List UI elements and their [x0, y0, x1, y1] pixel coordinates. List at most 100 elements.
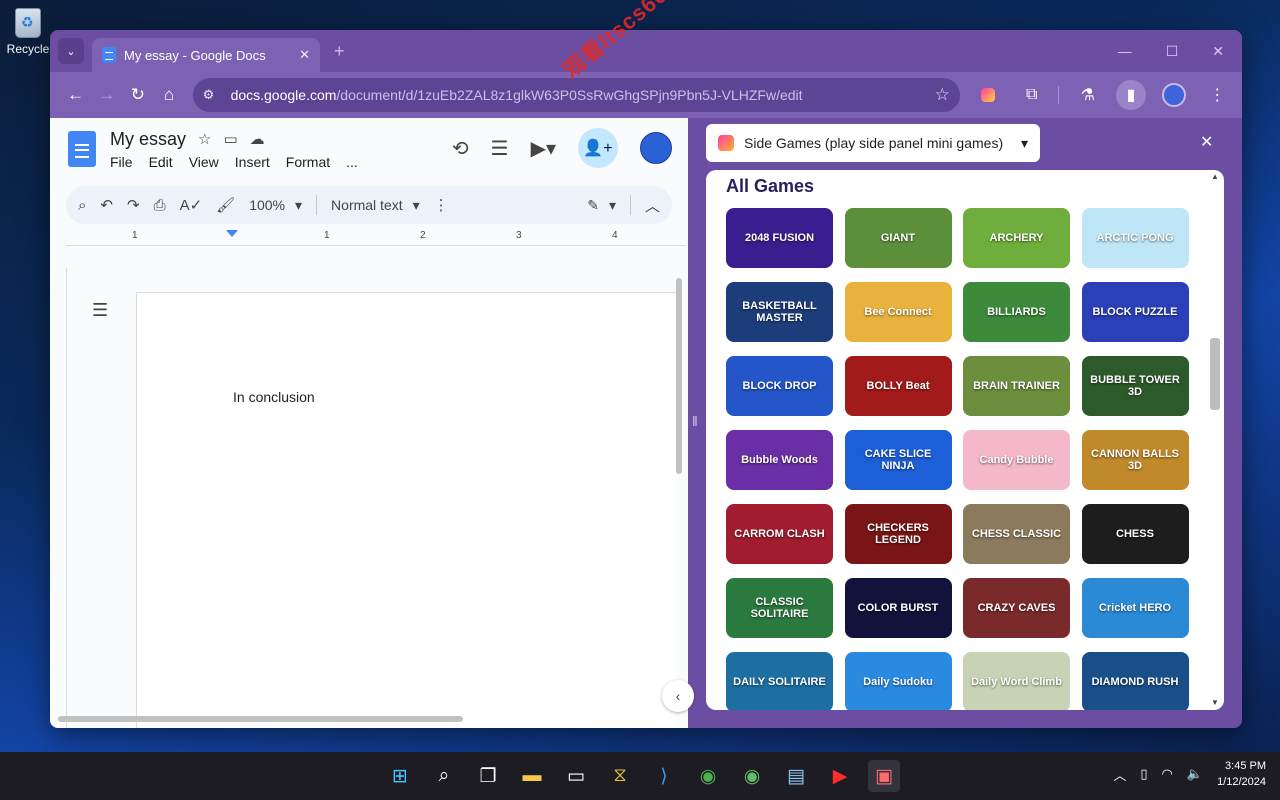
menu-more[interactable]: ... — [346, 154, 358, 170]
side-games-extension-icon[interactable] — [974, 80, 1003, 110]
game-card[interactable]: BASKETBALL MASTER — [726, 282, 833, 342]
site-info-icon[interactable]: ⚙ — [203, 87, 221, 103]
game-card[interactable]: CAKE SLICE NINJA — [844, 430, 952, 490]
game-card[interactable]: CRAZY CAVES — [963, 578, 1070, 638]
reload-button[interactable]: ↻ — [122, 79, 153, 111]
maximize-button[interactable]: ☐ — [1166, 43, 1179, 60]
document-outline-icon[interactable]: ☰ — [92, 300, 108, 321]
recycle-bin[interactable]: Recycle — [4, 8, 52, 56]
minimize-button[interactable]: — — [1118, 43, 1132, 60]
indent-marker[interactable] — [226, 230, 238, 237]
game-card[interactable]: CANNON BALLS 3D — [1081, 430, 1189, 490]
game-card[interactable]: ARCTIC PONG — [1081, 208, 1189, 268]
document-title[interactable]: My essay — [110, 129, 186, 150]
style-select[interactable]: Normal text ▾ — [331, 197, 420, 214]
game-card[interactable]: Cricket HERO — [1081, 578, 1189, 638]
menu-file[interactable]: File — [110, 154, 133, 170]
game-card[interactable]: Bubble Woods — [726, 430, 833, 490]
menu-edit[interactable]: Edit — [149, 154, 173, 170]
terminal-icon[interactable]: ▭ — [560, 760, 592, 792]
more-toolbar-icon[interactable]: ⋮ — [434, 196, 449, 214]
menu-view[interactable]: View — [189, 154, 219, 170]
wifi-icon[interactable]: ◠ — [1162, 766, 1173, 782]
file-explorer-icon[interactable]: ▬ — [516, 760, 548, 792]
game-card[interactable]: Candy Bubble — [963, 430, 1070, 490]
new-tab-button[interactable]: + — [334, 41, 345, 62]
user-avatar[interactable] — [640, 132, 672, 164]
docs-horizontal-scrollbar[interactable] — [58, 716, 463, 722]
labs-flask-icon[interactable]: ⚗ — [1073, 80, 1102, 110]
chrome-beta-icon[interactable]: ◉ — [736, 760, 768, 792]
tab-search-button[interactable]: ⌄ — [58, 38, 84, 64]
game-card[interactable]: 2048 FUSION — [726, 208, 833, 268]
network-app-icon[interactable]: ⧖ — [604, 760, 636, 792]
scroll-down-icon[interactable]: ▼ — [1211, 698, 1219, 707]
youtube-music-icon[interactable]: ▶ — [824, 760, 856, 792]
editing-mode-select[interactable]: ✎ ▾ — [587, 197, 616, 214]
active-app-icon[interactable]: ▣ — [868, 760, 900, 792]
game-card[interactable]: BUBBLE TOWER 3D — [1081, 356, 1189, 416]
game-card[interactable]: DAILY SOLITAIRE — [726, 652, 833, 710]
more-menu-icon[interactable]: ⋮ — [1203, 80, 1232, 110]
game-card[interactable]: CHESS — [1081, 504, 1189, 564]
home-button[interactable]: ⌂ — [153, 79, 184, 111]
extensions-puzzle-icon[interactable]: ⧉ — [1017, 80, 1046, 110]
side-panel-selector[interactable]: Side Games (play side panel mini games) … — [706, 124, 1040, 162]
clock[interactable]: 3:45 PM 1/12/2024 — [1217, 758, 1266, 790]
share-button[interactable]: 👤+ — [578, 128, 618, 168]
document-page[interactable]: In conclusion — [136, 292, 676, 728]
game-card[interactable]: DIAMOND RUSH — [1081, 652, 1189, 710]
document-body-text[interactable]: In conclusion — [233, 389, 315, 405]
paint-format-icon[interactable]: 🖌 — [216, 196, 235, 214]
close-window-button[interactable]: ✕ — [1212, 43, 1224, 60]
docs-home-logo-icon[interactable] — [68, 131, 96, 167]
game-card[interactable]: BLOCK PUZZLE — [1081, 282, 1189, 342]
tab-my-essay[interactable]: My essay - Google Docs ✕ — [92, 38, 320, 72]
side-panel-resize-handle[interactable]: ‖ — [692, 413, 698, 429]
close-side-panel-icon[interactable]: ✕ — [1200, 132, 1213, 152]
start-windows-icon[interactable]: ⊞ — [384, 760, 416, 792]
menu-insert[interactable]: Insert — [235, 154, 270, 170]
bookmark-star-icon[interactable]: ☆ — [935, 85, 950, 105]
comments-icon[interactable]: ☰ — [491, 136, 509, 161]
game-card[interactable]: BILLIARDS — [963, 282, 1070, 342]
search-menus-icon[interactable]: ⌕ — [78, 197, 86, 214]
usb-drive-icon[interactable]: ▯ — [1140, 766, 1147, 782]
task-view-icon[interactable]: ❐ — [472, 760, 504, 792]
undo-icon[interactable]: ↶ — [100, 196, 113, 214]
print-icon[interactable]: ⎙ — [154, 197, 166, 214]
game-card[interactable]: BRAIN TRAINER — [963, 356, 1070, 416]
spellcheck-icon[interactable]: A✓ — [180, 196, 203, 214]
game-card[interactable]: CHECKERS LEGEND — [844, 504, 952, 564]
game-card[interactable]: CARROM CLASH — [726, 504, 833, 564]
zoom-select[interactable]: 100% ▾ — [249, 197, 302, 214]
back-button[interactable]: ← — [60, 79, 91, 111]
hide-menus-chevron-icon[interactable]: ︿ — [645, 195, 660, 216]
chrome-icon[interactable]: ◉ — [692, 760, 724, 792]
forward-button[interactable]: → — [91, 79, 122, 111]
game-card[interactable]: BOLLY Beat — [844, 356, 952, 416]
vscode-icon[interactable]: ⟩ — [648, 760, 680, 792]
game-card[interactable]: Bee Connect — [844, 282, 952, 342]
docs-vertical-scrollbar[interactable] — [676, 278, 682, 474]
game-card[interactable]: COLOR BURST — [844, 578, 952, 638]
volume-icon[interactable]: 🔈 — [1187, 766, 1203, 782]
game-card[interactable]: Daily Sudoku — [844, 652, 952, 710]
game-card[interactable]: CHESS CLASSIC — [963, 504, 1070, 564]
show-hidden-icons-chevron-icon[interactable]: ︿ — [1113, 765, 1126, 784]
games-scrollbar[interactable] — [1210, 338, 1220, 410]
game-card[interactable]: CLASSIC SOLITAIRE — [726, 578, 833, 638]
search-icon[interactable]: ⌕ — [428, 760, 460, 792]
close-tab-icon[interactable]: ✕ — [299, 47, 310, 63]
notepad-icon[interactable]: ▤ — [780, 760, 812, 792]
star-icon[interactable]: ☆ — [198, 130, 211, 148]
cloud-status-icon[interactable]: ☁ — [250, 130, 265, 148]
version-history-icon[interactable]: ⟲ — [452, 136, 469, 161]
menu-format[interactable]: Format — [286, 154, 330, 170]
side-panel-icon[interactable]: ▮ — [1116, 80, 1146, 110]
profile-avatar[interactable] — [1160, 80, 1189, 110]
move-folder-icon[interactable]: ▭ — [223, 130, 237, 148]
game-card[interactable]: BLOCK DROP — [726, 356, 833, 416]
game-card[interactable]: GIANT — [844, 208, 952, 268]
game-card[interactable]: ARCHERY — [963, 208, 1070, 268]
